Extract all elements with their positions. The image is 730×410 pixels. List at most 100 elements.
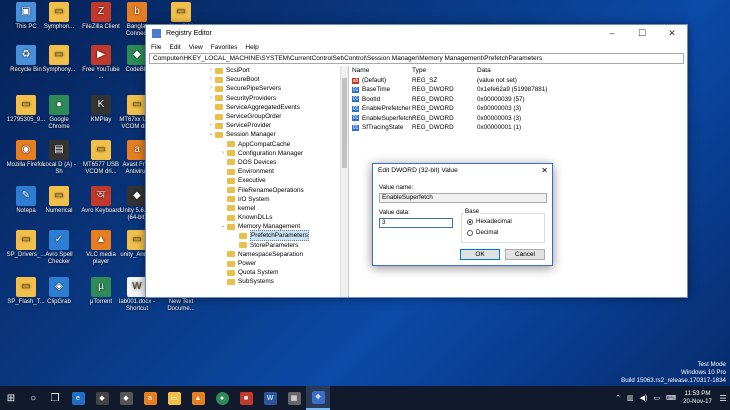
expanded-chevron-icon[interactable]: ⌄ [208, 130, 214, 139]
menu-favorites[interactable]: Favorites [211, 44, 238, 51]
hexadecimal-radio[interactable]: Hexadecimal [467, 218, 512, 225]
collapsed-chevron-icon[interactable]: › [208, 94, 214, 103]
menu-view[interactable]: View [189, 44, 203, 51]
tree-item[interactable]: KnownDLLs [146, 213, 348, 222]
desktop-icon[interactable]: ▤ Local D (A) - Sh [38, 140, 80, 176]
tree-item[interactable]: AppCompatCache [146, 140, 348, 149]
radio-unselected-icon [467, 229, 473, 236]
taskbar-file-explorer[interactable]: ▭ [162, 386, 186, 410]
collapsed-chevron-icon[interactable]: › [208, 66, 214, 75]
expanded-chevron-icon[interactable]: ⌄ [220, 222, 226, 231]
column-data[interactable]: Data [477, 66, 687, 76]
collapsed-chevron-icon[interactable]: › [208, 84, 214, 93]
desktop-icon[interactable]: ▭ Numerical [38, 186, 80, 215]
desktop-icon-label: lab001.docx - Shortcut [118, 299, 156, 312]
value-data: 0x00000039 (57) [477, 95, 525, 103]
tree-scrollbar[interactable] [340, 66, 348, 297]
tree-item[interactable]: › ServiceProvider [146, 121, 348, 130]
tree-item[interactable]: › Configuration Manager [146, 149, 348, 158]
tree-item[interactable]: kernel [146, 204, 348, 213]
tree-item[interactable]: ⌄ Session Manager [146, 130, 348, 139]
value-name: EnableSuperfetch [362, 114, 413, 122]
tree-item[interactable]: Executive [146, 176, 348, 185]
taskbar-app-red[interactable]: ■ [234, 386, 258, 410]
search-icon[interactable]: ○ [22, 386, 44, 410]
minimize-button[interactable]: – [597, 25, 627, 42]
collapsed-chevron-icon[interactable]: › [220, 149, 226, 158]
taskbar-unity-2[interactable]: ◆ [114, 386, 138, 410]
tree-item-label: NamespaceSeparation [238, 250, 304, 258]
value-data-label: Value data: [379, 209, 410, 216]
tree-item[interactable]: ⌄ Memory Management [146, 222, 348, 231]
tree-item[interactable]: Environment [146, 167, 348, 176]
tree-item[interactable]: › SecureBoot [146, 75, 348, 84]
chevron-up-icon[interactable]: ⌃ [615, 394, 621, 402]
maximize-button[interactable]: ☐ [627, 25, 657, 42]
battery-icon[interactable]: ▭ [653, 394, 660, 402]
tree-item[interactable]: Quota System [146, 268, 348, 277]
value-row[interactable]: 01 SfTracingState REG_DWORD 0x00000001 (1) [349, 123, 687, 132]
tree-item[interactable]: NamespaceSeparation [146, 250, 348, 259]
tree-item[interactable]: DOS Devices [146, 158, 348, 167]
menu-help[interactable]: Help [245, 44, 258, 51]
taskbar-vlc[interactable]: ▲ [186, 386, 210, 410]
address-bar[interactable]: Computer\HKEY_LOCAL_MACHINE\SYSTEM\Curre… [149, 53, 684, 64]
start-button[interactable]: ⊞ [0, 386, 22, 410]
this-pc-icon: ▣ [16, 2, 36, 22]
dialog-title-bar[interactable]: Edit DWORD (32-bit) Value ✕ [373, 164, 552, 177]
close-button[interactable]: ✕ [657, 25, 687, 42]
title-bar[interactable]: Registry Editor – ☐ ✕ [146, 25, 687, 42]
value-row[interactable]: 01 BaseTime REG_DWORD 0x1efe62a9 (519987881… [349, 85, 687, 94]
collapsed-chevron-icon[interactable]: › [208, 75, 214, 84]
desktop-icon[interactable]: ✓ Avro Spell Checker [38, 230, 80, 266]
desktop-icon[interactable]: ▭ Symphony... [38, 45, 80, 74]
tree-item[interactable]: Power [146, 259, 348, 268]
close-icon[interactable]: ✕ [541, 164, 548, 177]
desktop-icon[interactable]: ● Google Chrome [38, 95, 80, 131]
tree-item[interactable]: › ScsiPort [146, 66, 348, 75]
value-row[interactable]: 01 BootId REG_DWORD 0x00000039 (57) [349, 95, 687, 104]
edit-dword-dialog[interactable]: Edit DWORD (32-bit) Value ✕ Value name: … [372, 163, 553, 266]
tree-item[interactable]: ServiceGroupOrder [146, 112, 348, 121]
decimal-radio[interactable]: Decimal [467, 229, 498, 236]
tree-item[interactable]: I/O System [146, 195, 348, 204]
language-icon[interactable]: ⌨ [666, 394, 676, 402]
network-icon[interactable]: ▥ [627, 394, 634, 402]
taskbar-registry-editor[interactable]: ❖ [306, 386, 330, 410]
key-tree[interactable]: › ScsiPort › SecureBoot › SecurePipeServers › S… [146, 66, 349, 297]
scrollbar-thumb[interactable] [342, 78, 347, 168]
desktop-icon[interactable]: ◈ ClipGrab [38, 277, 80, 306]
taskbar-chrome[interactable]: ● [210, 386, 234, 410]
volume-icon[interactable]: ◀) [640, 394, 648, 402]
tree-item[interactable]: StoreParameters [146, 241, 348, 250]
clock[interactable]: 11:53 PM 20-Nov-17 [683, 390, 712, 406]
tree-item[interactable]: FileRenameOperations [146, 185, 348, 194]
menu-edit[interactable]: Edit [169, 44, 180, 51]
taskbar-edge[interactable]: e [66, 386, 90, 410]
taskbar-unity[interactable]: ◆ [90, 386, 114, 410]
value-row[interactable]: ab (Default) REG_SZ (value not set) [349, 76, 687, 85]
tree-item[interactable]: SubSystems [146, 277, 348, 286]
cancel-button[interactable]: Cancel [505, 249, 545, 260]
taskbar-store[interactable]: ▦ [282, 386, 306, 410]
taskbar-avast[interactable]: a [138, 386, 162, 410]
tree-item[interactable]: ServiceAggregatedEvents [146, 103, 348, 112]
tree-item[interactable]: › SecurityProviders [146, 94, 348, 103]
values-header: Name Type Data [349, 66, 687, 76]
tree-item[interactable]: PrefetchParameters [146, 230, 348, 242]
tree-item[interactable]: › SecurePipeServers [146, 84, 348, 93]
desktop-icon[interactable]: ▭ Symphon... [38, 2, 80, 31]
value-row[interactable]: 01 EnableSuperfetch REG_DWORD 0x00000003 (3… [349, 114, 687, 123]
dword-value-icon: 01 [352, 124, 359, 131]
menu-file[interactable]: File [151, 44, 161, 51]
ok-button[interactable]: OK [460, 249, 500, 260]
collapsed-chevron-icon[interactable]: › [208, 121, 214, 130]
column-type[interactable]: Type [412, 66, 477, 76]
column-name[interactable]: Name [349, 66, 412, 76]
notification-icon[interactable]: ☰ [716, 394, 730, 403]
taskbar-word[interactable]: W [258, 386, 282, 410]
value-row[interactable]: 01 EnablePrefetcher REG_DWORD 0x00000003 (3… [349, 104, 687, 113]
value-data-input[interactable]: 3 [379, 218, 453, 228]
decimal-label: Decimal [476, 229, 499, 236]
task-view-icon[interactable]: ❐ [44, 386, 66, 410]
